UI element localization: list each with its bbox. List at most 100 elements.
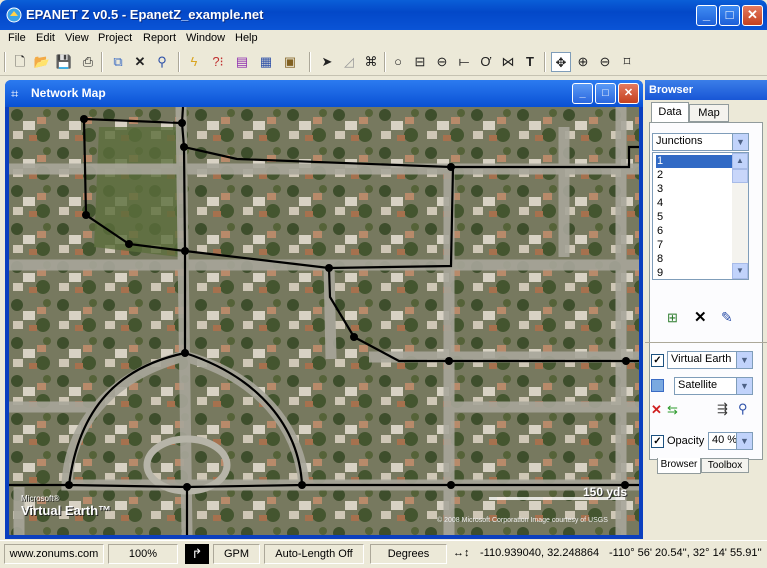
add-junction-icon[interactable]: ○ bbox=[388, 52, 408, 72]
basemap-value: Virtual Earth bbox=[671, 353, 732, 365]
status-zoom: 100% bbox=[108, 544, 178, 564]
imagery-value: Satellite bbox=[678, 379, 718, 391]
list-item[interactable]: 9 bbox=[656, 267, 734, 280]
menu-window[interactable]: Window bbox=[186, 32, 225, 44]
list-item[interactable]: 1 bbox=[656, 155, 734, 168]
opacity-value: 40 % bbox=[712, 434, 738, 446]
copy-icon[interactable]: ⧉ bbox=[108, 52, 128, 72]
add-valve-icon[interactable]: ⋈ bbox=[498, 52, 518, 72]
find-binoculars-icon[interactable]: ⚲ bbox=[152, 52, 172, 72]
menu-file[interactable]: File bbox=[8, 32, 26, 44]
minimize-button[interactable]: _ bbox=[696, 5, 717, 26]
status-flow-units: GPM bbox=[213, 544, 260, 564]
menu-report[interactable]: Report bbox=[143, 32, 176, 44]
satellite-map[interactable] bbox=[9, 107, 639, 535]
list-item[interactable]: 7 bbox=[656, 239, 734, 252]
menu-help[interactable]: Help bbox=[235, 32, 258, 44]
xy-arrows-icon: ↔↕ bbox=[453, 547, 470, 559]
tab-toolbox[interactable]: Toolbox bbox=[701, 458, 749, 473]
toolbar-separator bbox=[309, 52, 311, 72]
browser-title: Browser bbox=[645, 80, 767, 100]
scroll-thumb[interactable] bbox=[732, 169, 748, 183]
add-pipe-icon[interactable]: ⟝ bbox=[454, 52, 474, 72]
toolbar-separator bbox=[101, 52, 103, 72]
add-tank-icon[interactable]: ⊖ bbox=[432, 52, 452, 72]
junction-list[interactable]: 1 2 3 4 5 6 7 8 9 ▲ ▼ bbox=[652, 152, 749, 280]
tab-browser[interactable]: Browser bbox=[657, 458, 701, 474]
go-to-location-icon[interactable]: ⇶ bbox=[717, 401, 728, 417]
select-arrow-icon[interactable]: ➤ bbox=[317, 52, 337, 72]
find-binoculars-icon[interactable]: ⚲ bbox=[738, 401, 748, 417]
add-item-icon[interactable]: ⊞ bbox=[667, 310, 678, 326]
options-icon[interactable]: ▣ bbox=[280, 52, 300, 72]
tab-map[interactable]: Map bbox=[689, 104, 729, 122]
map-maximize-button[interactable]: □ bbox=[595, 83, 616, 104]
epanet-app-icon bbox=[6, 7, 22, 23]
browser-panel: Browser Data Map Junctions ▼ 1 2 3 4 5 6… bbox=[645, 80, 767, 539]
imagery-select[interactable]: Satellite ▼ bbox=[674, 377, 753, 395]
select-region-icon[interactable]: ⌘ bbox=[361, 52, 381, 72]
list-scrollbar[interactable]: ▲ ▼ bbox=[732, 153, 748, 279]
map-canvas[interactable]: 150 yds Microsoft® Virtual Earth™ © 2008… bbox=[9, 107, 639, 535]
network-map-titlebar[interactable]: ⌗ Network Map _ □ ✕ bbox=[5, 80, 643, 107]
graph-icon[interactable]: ▤ bbox=[232, 52, 252, 72]
full-extent-icon[interactable]: ⌑ bbox=[617, 52, 637, 72]
close-button[interactable]: ✕ bbox=[742, 5, 763, 26]
virtual-earth-logo: Microsoft® Virtual Earth™ bbox=[21, 494, 111, 518]
basemap-select[interactable]: Virtual Earth ▼ bbox=[667, 351, 753, 369]
zoom-in-icon[interactable]: ⊕ bbox=[573, 52, 593, 72]
opacity-checkbox[interactable]: ✓ bbox=[651, 435, 664, 448]
delete-icon[interactable]: ✕ bbox=[130, 52, 150, 72]
list-item[interactable]: 6 bbox=[656, 225, 734, 238]
tab-data[interactable]: Data bbox=[651, 102, 689, 122]
network-map-window: ⌗ Network Map _ □ ✕ 150 yds Microsoft® V… bbox=[5, 80, 643, 539]
map-copyright: © 2008 Microsoft Corporation Image court… bbox=[437, 517, 608, 524]
toolbar: 🗋 📂 💾 ⎙ ⧉ ✕ ⚲ ϟ ?⁝ ▤ ▦ ▣ ➤ ◿ ⌘ ○ ⊟ ⊖ ⟝ Ơ… bbox=[0, 48, 767, 76]
chevron-down-icon[interactable]: ▼ bbox=[736, 433, 752, 449]
logo-line-1: Microsoft® bbox=[21, 494, 60, 503]
save-disk-icon[interactable]: 💾 bbox=[54, 52, 74, 72]
add-pump-icon[interactable]: Ơ bbox=[476, 52, 496, 72]
pipe-direction-icon: ↱ bbox=[185, 544, 209, 564]
menu-view[interactable]: View bbox=[65, 32, 89, 44]
opacity-select[interactable]: 40 % ▼ bbox=[708, 432, 753, 450]
print-icon[interactable]: ⎙ bbox=[78, 52, 98, 72]
maximize-button[interactable]: □ bbox=[719, 5, 740, 26]
chevron-down-icon[interactable]: ▼ bbox=[736, 378, 752, 394]
pan-icon[interactable]: ✥ bbox=[551, 52, 571, 72]
menu-project[interactable]: Project bbox=[98, 32, 132, 44]
table-icon[interactable]: ▦ bbox=[256, 52, 276, 72]
add-reservoir-icon[interactable]: ⊟ bbox=[410, 52, 430, 72]
window-title: EPANET Z v0.5 - EpanetZ_example.net bbox=[26, 7, 264, 22]
menu-bar: File Edit View Project Report Window Hel… bbox=[0, 30, 767, 48]
query-icon[interactable]: ?⁝ bbox=[208, 52, 228, 72]
zoom-out-icon[interactable]: ⊖ bbox=[595, 52, 615, 72]
edit-item-icon[interactable]: ✎ bbox=[721, 309, 733, 326]
scroll-up-icon[interactable]: ▲ bbox=[732, 153, 748, 169]
remove-layer-icon[interactable]: ✕ bbox=[651, 402, 662, 418]
chevron-down-icon[interactable]: ▼ bbox=[732, 134, 748, 150]
delete-item-icon[interactable]: ✕ bbox=[694, 308, 707, 326]
chevron-down-icon[interactable]: ▼ bbox=[736, 352, 752, 368]
list-item[interactable]: 5 bbox=[656, 211, 734, 224]
status-decimal-coords: -110.939040, 32.248864 bbox=[480, 547, 600, 559]
virtual-earth-checkbox[interactable]: ✓ bbox=[651, 354, 664, 367]
list-item[interactable]: 4 bbox=[656, 197, 734, 210]
list-item[interactable]: 8 bbox=[656, 253, 734, 266]
refresh-layer-icon[interactable]: ⇆ bbox=[667, 402, 678, 418]
run-simulation-icon[interactable]: ϟ bbox=[184, 52, 204, 72]
network-map-title: Network Map bbox=[31, 86, 106, 100]
add-label-icon[interactable]: T bbox=[520, 52, 540, 72]
new-file-icon[interactable]: 🗋 bbox=[10, 52, 30, 72]
category-value: Junctions bbox=[656, 135, 703, 147]
list-item[interactable]: 3 bbox=[656, 183, 734, 196]
list-item[interactable]: 2 bbox=[656, 169, 734, 182]
select-vertex-icon[interactable]: ◿ bbox=[339, 52, 359, 72]
map-close-button[interactable]: ✕ bbox=[618, 83, 639, 104]
scroll-down-icon[interactable]: ▼ bbox=[732, 263, 748, 279]
opacity-label: Opacity bbox=[667, 435, 705, 447]
category-select[interactable]: Junctions ▼ bbox=[652, 133, 749, 151]
menu-edit[interactable]: Edit bbox=[36, 32, 55, 44]
open-folder-icon[interactable]: 📂 bbox=[32, 52, 52, 72]
map-minimize-button[interactable]: _ bbox=[572, 83, 593, 104]
